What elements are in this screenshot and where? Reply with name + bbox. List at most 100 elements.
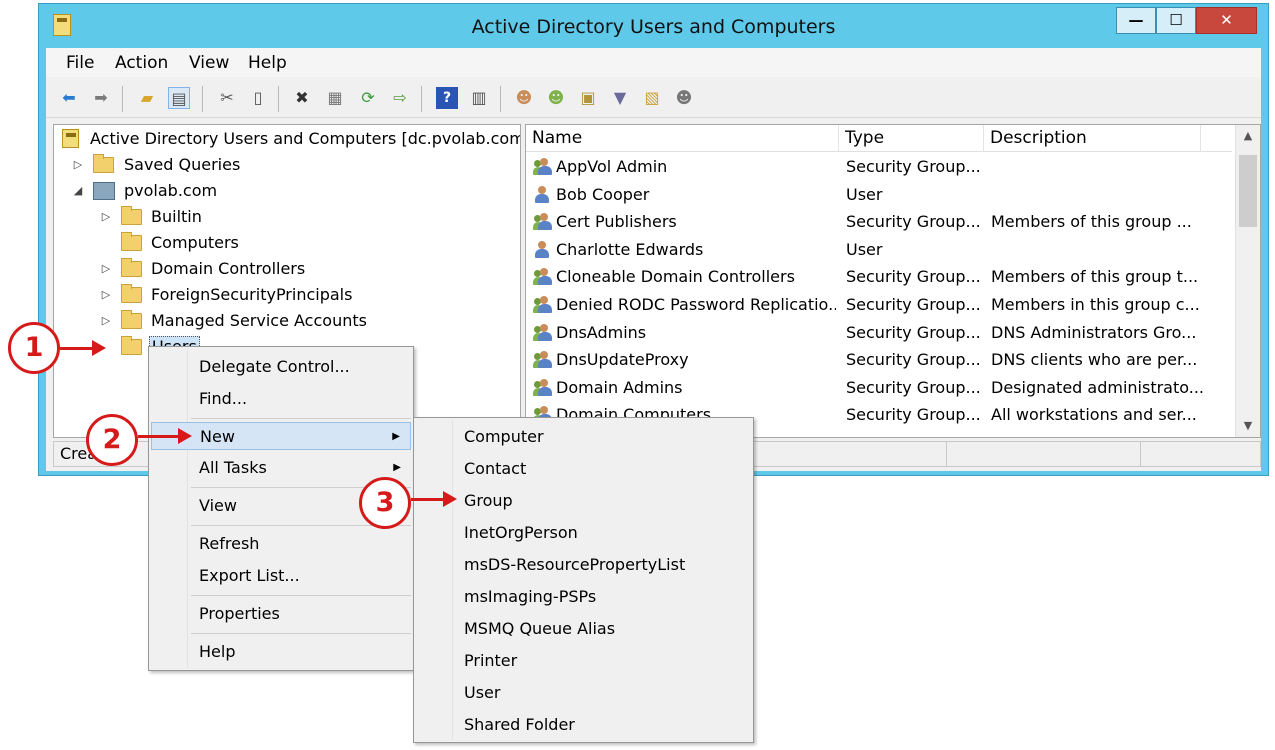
column-header-name[interactable]: Name (526, 125, 839, 152)
menu-file[interactable]: File (66, 53, 94, 73)
tree-item-saved-queries[interactable]: ▷ Saved Queries (72, 153, 372, 177)
submenu-item-msimaging-psps[interactable]: msImaging-PSPs (416, 583, 751, 611)
scroll-down-icon[interactable]: ▼ (1236, 415, 1260, 437)
cell-description: DNS Administrators Gro... (991, 322, 1197, 342)
tree-item-managed-service-accounts[interactable]: ▷ Managed Service Accounts (100, 309, 400, 333)
help-icon[interactable]: ? (436, 87, 458, 109)
expand-arrow-icon[interactable]: ▷ (100, 309, 112, 333)
group-icon (533, 296, 552, 314)
menu-item-find[interactable]: Find... (151, 385, 411, 413)
cut-icon[interactable]: ✂ (216, 87, 238, 109)
show-hide-console-tree-icon[interactable]: ▤ (168, 87, 190, 109)
table-row[interactable]: Domain Admins Security Group... Designated… (526, 374, 1232, 401)
expand-arrow-icon[interactable]: ▷ (72, 153, 84, 177)
up-folder-icon[interactable]: ▰ (136, 87, 158, 109)
tree-item-domain[interactable]: ◢ pvolab.com (72, 179, 372, 203)
tree-item-domain-controllers[interactable]: ▷ Domain Controllers (100, 257, 400, 281)
folder-icon (121, 232, 142, 251)
new-group-icon[interactable]: ☻ (545, 87, 567, 109)
cell-description: Designated administrato... (991, 377, 1205, 397)
menu-action[interactable]: Action (115, 53, 168, 73)
find-icon[interactable]: ▧ (641, 87, 663, 109)
scroll-up-icon[interactable]: ▲ (1236, 125, 1260, 147)
cell-description: Members of this group ... (991, 212, 1192, 232)
vertical-scrollbar[interactable]: ▲ ▼ (1235, 125, 1260, 437)
menu-help[interactable]: Help (248, 53, 287, 73)
export-list-icon[interactable]: ⇨ (389, 87, 411, 109)
submenu-item-msmq-queue-alias[interactable]: MSMQ Queue Alias (416, 615, 751, 643)
submenu-item-contact[interactable]: Contact (416, 455, 751, 483)
new-ou-icon[interactable]: ▣ (577, 87, 599, 109)
action-pane-icon[interactable]: ▥ (468, 87, 490, 109)
submenu-item-shared-folder[interactable]: Shared Folder (416, 711, 751, 739)
cell-name: AppVol Admin (556, 157, 668, 176)
cell-type: Security Group... (846, 350, 981, 370)
submenu-item-msds-resourcepropertylist[interactable]: msDS-ResourcePropertyList (416, 551, 751, 579)
cell-description: Members in this group c... (991, 295, 1200, 314)
cell-name: Charlotte Edwards (556, 239, 704, 259)
arrow-head-icon (443, 491, 457, 507)
table-row[interactable]: AppVol Admin Security Group... (526, 153, 1232, 180)
table-row[interactable]: Bob Cooper User (526, 181, 1232, 208)
submenu-item-user[interactable]: User (416, 679, 751, 707)
table-row[interactable]: Cloneable Domain Controllers Security Gro… (526, 263, 1232, 290)
expand-arrow-icon[interactable]: ▷ (100, 283, 112, 307)
add-to-group-icon[interactable]: ☻ (673, 87, 695, 109)
delete-icon[interactable]: ✖ (291, 87, 313, 109)
menu-view[interactable]: View (189, 53, 229, 73)
tree-item-builtin[interactable]: ▷ Builtin (100, 205, 400, 229)
back-icon[interactable]: ⬅ (58, 87, 80, 109)
new-user-icon[interactable]: ☻ (513, 87, 535, 109)
folder-icon (121, 206, 142, 225)
group-icon (533, 323, 552, 342)
details-list[interactable]: Name Type Description AppVol Admin Securi… (525, 124, 1261, 438)
callout-arrow (60, 347, 94, 350)
cell-type: Security Group... (846, 157, 981, 176)
table-row[interactable]: Charlotte Edwards User (526, 236, 1232, 263)
scroll-thumb[interactable] (1239, 155, 1257, 227)
status-segment (946, 442, 1146, 466)
filter-icon[interactable]: ▼ (609, 87, 631, 109)
cell-type: Security Group... (846, 322, 981, 342)
folder-icon (121, 336, 142, 355)
menu-item-help[interactable]: Help (151, 638, 411, 666)
column-header-description[interactable]: Description (984, 125, 1201, 152)
expand-arrow-icon[interactable]: ▷ (100, 205, 112, 229)
submenu-item-printer[interactable]: Printer (416, 647, 751, 675)
menu-item-refresh[interactable]: Refresh (151, 530, 411, 558)
tree-item-computers[interactable]: Computers (100, 231, 400, 255)
table-row[interactable]: Denied RODC Password Replicatio... Securi… (526, 291, 1232, 318)
maximize-button[interactable]: ☐ (1156, 7, 1196, 34)
properties-icon[interactable]: ▦ (324, 87, 346, 109)
new-submenu: Computer Contact Group InetOrgPerson msDS-Re… (413, 417, 754, 743)
tree-item-foreign-security-principals[interactable]: ▷ ForeignSecurityPrincipals (100, 283, 400, 307)
table-row[interactable]: DnsUpdateProxy Security Group... DNS clien… (526, 346, 1232, 373)
table-row[interactable]: DnsAdmins Security Group... DNS Administra… (526, 319, 1232, 346)
close-button[interactable]: ✕ (1196, 7, 1257, 34)
refresh-icon[interactable]: ⟳ (357, 87, 379, 109)
submenu-item-computer[interactable]: Computer (416, 423, 751, 451)
table-row[interactable]: Cert Publishers Security Group... Members … (526, 208, 1232, 235)
menu-item-properties[interactable]: Properties (151, 600, 411, 628)
window-title: Active Directory Users and Computers (471, 16, 836, 38)
expand-arrow-icon[interactable]: ▷ (100, 257, 112, 281)
forward-icon[interactable]: ➡ (90, 87, 112, 109)
folder-icon (93, 154, 114, 173)
minimize-button[interactable]: — (1116, 7, 1156, 34)
menu-item-delegate-control[interactable]: Delegate Control... (151, 353, 411, 381)
menu-item-export-list[interactable]: Export List... (151, 562, 411, 590)
cell-name: Cloneable Domain Controllers (556, 267, 795, 287)
collapse-arrow-icon[interactable]: ◢ (72, 179, 84, 203)
paste-icon[interactable]: ▯ (247, 87, 269, 109)
callout-step-3: 3 (359, 477, 411, 529)
toolbar: ⬅ ➡ ▰ ▤ ✂ ▯ ✖ ▦ ⟳ ⇨ ? ▥ ☻ ☻ ▣ ▼ ▧ ☻ (46, 78, 1261, 118)
cell-name: Denied RODC Password Replicatio... (556, 295, 836, 314)
submenu-item-inetorgperson[interactable]: InetOrgPerson (416, 519, 751, 547)
title-bar[interactable]: Active Directory Users and Computers — ☐… (39, 4, 1268, 48)
menu-item-all-tasks[interactable]: All Tasks ▶ (151, 454, 411, 482)
cell-name: Bob Cooper (556, 184, 650, 204)
column-header-type[interactable]: Type (839, 125, 984, 152)
cell-type: User (846, 239, 883, 259)
adds-icon (62, 129, 79, 148)
submenu-item-group[interactable]: Group (416, 487, 751, 515)
